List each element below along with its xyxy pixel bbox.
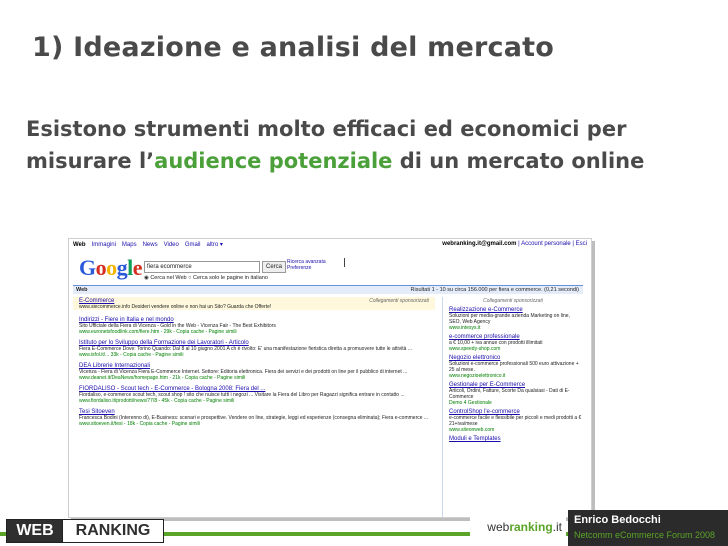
- nav-gmail[interactable]: Gmail: [185, 242, 201, 248]
- result-url[interactable]: www.deanet.it/DeaNews/homepage.htm - 21k…: [79, 375, 434, 381]
- search-button[interactable]: Cerca: [262, 261, 286, 273]
- url-pre: web: [487, 520, 510, 534]
- webranking-logo: WEB RANKING: [6, 519, 166, 543]
- logo-ranking: RANKING: [62, 519, 164, 543]
- author-name: Enrico Bedocchi: [574, 514, 661, 526]
- slide-body: Esistono strumenti molto efficaci ed eco…: [26, 113, 716, 177]
- sidebar-ad-desc: e-commerce facile e flessibile per picco…: [449, 415, 582, 427]
- top-ad-sponsored-label: Collegamenti sponsorizzati: [369, 298, 429, 304]
- nav-news[interactable]: News: [143, 242, 158, 248]
- footer-url: webranking.it: [470, 516, 566, 538]
- sidebar-ad[interactable]: Gestionale per E-Commerce Articoli, Ordin…: [449, 382, 583, 406]
- sidebar-ad[interactable]: Negozio elettronico Soluzioni e-commerce …: [449, 355, 583, 379]
- event-name: Netcomm eCommerce Forum 2008: [574, 530, 716, 540]
- sidebar-ad-title[interactable]: Moduli e Templates: [449, 436, 583, 442]
- search-scope-radio[interactable]: ◉ Cerca nel Web ○ Cerca solo le pagine i…: [144, 275, 268, 281]
- body-highlight: audience potenziale: [154, 149, 393, 173]
- result-url[interactable]: www.fiordaliso.it/prodotti/news/77/8 - 4…: [79, 398, 434, 404]
- sidebar-ad-url[interactable]: www.intesys.it: [449, 325, 583, 331]
- nav-web[interactable]: Web: [73, 242, 86, 248]
- google-account: webranking.it@gmail.com | Account person…: [442, 241, 587, 247]
- list-item: Indirizzi - Fiere in Italia e nel mondo …: [79, 317, 434, 335]
- slide-title: 1) Ideazione e analisi del mercato: [32, 32, 555, 63]
- sidebar-ad-url[interactable]: www.speedy-shop.com: [449, 346, 583, 352]
- top-ad[interactable]: E-Commerce Collegamenti sponsorizzati ww…: [73, 297, 435, 310]
- result-url[interactable]: www.sitoeven.it/tesi - 18k - Copia cache…: [79, 421, 434, 427]
- google-screenshot: Web Immagini Maps News Video Gmail altro ▾ web…: [68, 238, 592, 518]
- results-list: Indirizzi - Fiere in Italia e nel mondo …: [79, 317, 434, 432]
- list-item: FIORDALISO - Scout tech - E-Commerce - B…: [79, 386, 434, 404]
- results-bar: Web Risultati 1 - 10 su circa 156.000 pe…: [73, 285, 583, 294]
- nav-images[interactable]: Immagini: [92, 242, 116, 248]
- sidebar-ad-url[interactable]: www.negozioelettronico.it: [449, 373, 583, 379]
- url-post: .it: [552, 520, 562, 534]
- sidebar-header: Collegamenti sponsorizzati: [483, 298, 543, 304]
- account-links[interactable]: | Account personale | Esci: [518, 241, 587, 247]
- sidebar-ad[interactable]: Moduli e Templates: [449, 436, 583, 442]
- google-nav: Web Immagini Maps News Video Gmail altro ▾: [73, 241, 229, 248]
- sidebar-ad-url[interactable]: Demo 4 Gestionale: [449, 400, 583, 406]
- nav-more[interactable]: altro ▾: [207, 242, 223, 248]
- sidebar-ad[interactable]: e-commerce professionale a € 10,00 + iva …: [449, 334, 583, 352]
- sidebar-ad-url[interactable]: www.siteonweb.com: [449, 427, 583, 433]
- results-bar-label: Web: [76, 287, 88, 293]
- sidebar-ad-desc: Soluzioni per media-grande azienda Marke…: [449, 313, 570, 325]
- search-input[interactable]: fiera ecommerce: [144, 261, 260, 273]
- sidebar-ad-desc: Articoli, Ordini, Fatture, Scorte Da qua…: [449, 388, 570, 400]
- author-box: Enrico Bedocchi Netcomm eCommerce Forum …: [568, 510, 728, 546]
- results-count: Risultati 1 - 10 su circa 156.000 per fi…: [410, 287, 579, 293]
- logo-web: WEB: [6, 519, 64, 543]
- top-ad-desc: www.siecommerce.info Desideri vendere on…: [79, 304, 272, 310]
- sidebar-ad-desc: Soluzioni e-commerce professionali 500 e…: [449, 361, 579, 373]
- nav-video[interactable]: Video: [164, 242, 179, 248]
- sidebar-ad[interactable]: ControlShop l'e-commerce e-commerce facil…: [449, 409, 583, 433]
- result-url[interactable]: www.isfol.it/... 33k - Copia cache - Pag…: [79, 352, 434, 358]
- list-item: Istituto per lo Sviluppo della Formazion…: [79, 340, 434, 358]
- advanced-search-link[interactable]: Ricerca avanzata Preferenze: [287, 259, 326, 271]
- result-url[interactable]: www.euronetsfoodlink.com/fiere.htm - 29k…: [79, 329, 434, 335]
- google-logo[interactable]: Google: [79, 255, 143, 281]
- sidebar-ad[interactable]: Realizzazione e-Commerce Soluzioni per me…: [449, 307, 583, 331]
- mouse-cursor-icon: [344, 258, 349, 267]
- sponsored-sidebar: Collegamenti sponsorizzati Realizzazione…: [442, 297, 583, 517]
- account-email: webranking.it@gmail.com: [442, 241, 517, 247]
- nav-maps[interactable]: Maps: [122, 242, 137, 248]
- list-item: DEA Librerie Internazionali Vicenza - Fi…: [79, 363, 434, 381]
- list-item: Tesi Sitoeven Francesca Bodini (Interenn…: [79, 409, 434, 427]
- body-text-post: di un mercato online: [392, 149, 645, 173]
- url-bold: ranking: [509, 520, 553, 534]
